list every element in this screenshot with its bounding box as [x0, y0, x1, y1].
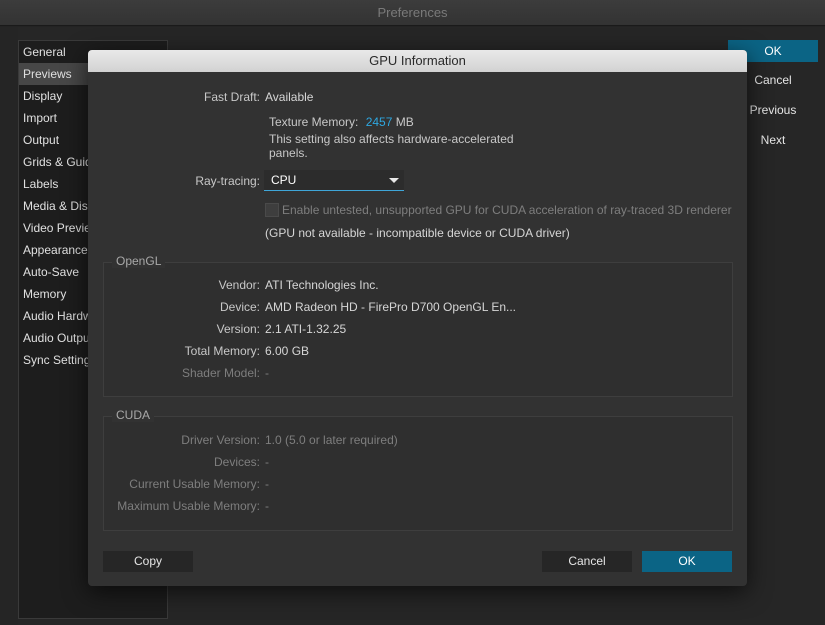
texture-memory-row: Texture Memory: 2457 MB: [269, 115, 414, 129]
ray-tracing-value: CPU: [271, 173, 297, 187]
dialog-title: GPU Information: [88, 50, 747, 72]
opengl-total-memory-value: 6.00 GB: [265, 344, 310, 358]
cancel-button[interactable]: Cancel: [542, 551, 632, 572]
opengl-shader-model-value: -: [265, 366, 269, 380]
cuda-unsupported-gpu-label: Enable untested, unsupported GPU for CUD…: [282, 203, 732, 217]
cuda-maximum-memory-label: Maximum Usable Memory:: [117, 499, 260, 513]
fast-draft-value: Available: [265, 90, 314, 104]
cuda-current-memory-label: Current Usable Memory:: [129, 477, 260, 491]
ok-button[interactable]: OK: [642, 551, 732, 572]
opengl-device-value: AMD Radeon HD - FirePro D700 OpenGL En..…: [265, 300, 516, 314]
chevron-down-icon: [389, 178, 399, 183]
gpu-status-text: (GPU not available - incompatible device…: [265, 226, 570, 240]
preferences-left-strip: [0, 27, 18, 625]
opengl-group-title: OpenGL: [112, 254, 166, 268]
opengl-vendor-label: Vendor:: [218, 278, 260, 292]
ray-tracing-label: Ray-tracing:: [195, 174, 260, 188]
preferences-title: Preferences: [0, 0, 825, 26]
texture-memory-unit: MB: [395, 115, 414, 129]
texture-note-line2: panels.: [269, 146, 308, 160]
fast-draft-label: Fast Draft:: [203, 90, 260, 104]
cuda-driver-version-label: Driver Version:: [181, 433, 260, 447]
opengl-device-label: Device:: [219, 300, 260, 314]
cuda-devices-label: Devices:: [213, 455, 260, 469]
cuda-maximum-memory-value: -: [265, 499, 269, 513]
opengl-vendor-value: ATI Technologies Inc.: [265, 278, 379, 292]
cuda-current-memory-value: -: [265, 477, 269, 491]
texture-memory-label: Texture Memory:: [269, 115, 359, 129]
opengl-total-memory-label: Total Memory:: [184, 344, 260, 358]
ray-tracing-dropdown[interactable]: CPU: [264, 170, 404, 191]
texture-memory-value[interactable]: 2457: [366, 115, 393, 129]
cuda-group-title: CUDA: [112, 408, 155, 422]
opengl-shader-model-label: Shader Model:: [181, 366, 260, 380]
texture-note-line1: This setting also affects hardware-accel…: [269, 132, 514, 146]
copy-button[interactable]: Copy: [103, 551, 193, 572]
opengl-version-label: Version:: [216, 322, 260, 336]
cuda-devices-value: -: [265, 455, 269, 469]
gpu-information-dialog: GPU Information Fast Draft: Available Te…: [88, 50, 747, 586]
cuda-driver-version-value: 1.0 (5.0 or later required): [265, 433, 398, 447]
opengl-version-value: 2.1 ATI-1.32.25: [265, 322, 347, 336]
cuda-unsupported-gpu-checkbox[interactable]: [265, 203, 279, 217]
